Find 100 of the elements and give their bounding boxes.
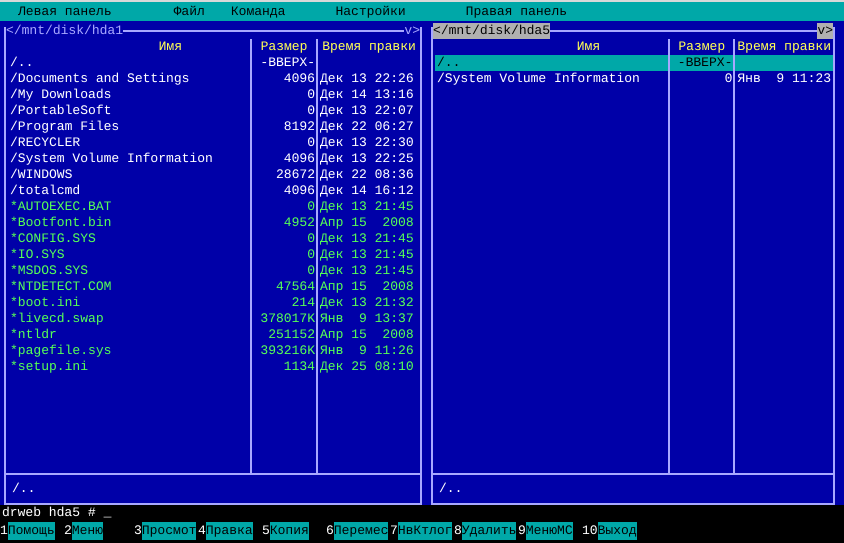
function-key-button[interactable]: МенюМС [526, 522, 573, 540]
file-date: Апр 15 2008 [319, 279, 415, 295]
file-date: Дек 13 21:45 [319, 247, 415, 263]
file-name[interactable]: /.. [8, 55, 250, 71]
file-size: -ВВЕРХ- [670, 55, 734, 71]
menu-item[interactable]: Левая панель [18, 4, 112, 20]
file-name[interactable]: /WINDOWS [8, 167, 250, 183]
file-name[interactable]: /My Downloads [8, 87, 250, 103]
file-date: Янв 9 13:37 [319, 311, 415, 327]
file-name[interactable]: /System Volume Information [435, 71, 668, 87]
column-header[interactable]: Размер [252, 39, 316, 55]
file-size: 393216K [259, 343, 316, 359]
file-size: 4096 [282, 183, 316, 199]
file-name[interactable]: /System Volume Information [8, 151, 250, 167]
file-size: 28672 [274, 167, 316, 183]
function-key-number: 6 [326, 522, 334, 540]
file-size: 8192 [282, 119, 316, 135]
function-key-button[interactable]: Меню [72, 522, 104, 540]
file-date: Янв 9 11:26 [319, 343, 415, 359]
file-size: 0 [306, 87, 316, 103]
file-name[interactable]: *AUTOEXEC.BAT [8, 199, 250, 215]
function-key-button[interactable]: НвКтлог [398, 522, 452, 540]
file-name[interactable]: *Bootfont.bin [8, 215, 250, 231]
function-key-button[interactable]: Правка [206, 522, 253, 540]
file-name[interactable]: /Documents and Settings [8, 71, 250, 87]
file-date: Дек 13 22:30 [319, 135, 415, 151]
file-name[interactable]: *pagefile.sys [8, 343, 250, 359]
file-size: 0 [306, 199, 316, 215]
function-key-number: 3 [134, 522, 142, 540]
column-header[interactable]: Имя [435, 39, 668, 55]
function-key-button[interactable]: Просмот [142, 522, 196, 540]
file-date: Дек 13 22:25 [319, 151, 415, 167]
file-date: Апр 15 2008 [319, 327, 415, 343]
file-date: Дек 13 21:45 [319, 199, 415, 215]
file-size: 47564 [274, 279, 316, 295]
file-name[interactable]: *setup.ini [8, 359, 250, 375]
column-header[interactable]: Время правки [735, 39, 833, 55]
menu-item[interactable]: Настройки [335, 4, 406, 20]
menu-item[interactable]: Правая панель [466, 4, 568, 20]
function-key-button[interactable]: Помощь [8, 522, 55, 540]
file-size: 4952 [282, 215, 316, 231]
function-key-number: 4 [198, 522, 206, 540]
file-size: 0 [306, 103, 316, 119]
file-size: 214 [290, 295, 316, 311]
function-key-button[interactable]: Копия [270, 522, 309, 540]
file-date: Дек 13 22:26 [319, 71, 415, 87]
function-key-number: 1 [0, 522, 8, 540]
menu-item[interactable]: Команда [230, 4, 286, 20]
file-name[interactable]: *MSDOS.SYS [8, 263, 250, 279]
file-name[interactable]: *ntldr [8, 327, 250, 343]
file-date: Дек 22 08:36 [319, 167, 415, 183]
file-size: 251152 [267, 327, 316, 343]
file-name[interactable]: *NTDETECT.COM [8, 279, 250, 295]
function-key-button[interactable]: Удалить [462, 522, 516, 540]
function-key-number: 2 [64, 522, 72, 540]
file-name[interactable]: *boot.ini [8, 295, 250, 311]
file-name[interactable]: /totalcmd [8, 183, 250, 199]
file-date: Дек 14 13:16 [319, 87, 415, 103]
function-key-number: 5 [262, 522, 270, 540]
file-date: Апр 15 2008 [319, 215, 415, 231]
file-size: -ВВЕРХ- [259, 55, 316, 71]
text-cursor: _ [104, 505, 112, 520]
file-date: Дек 13 22:07 [319, 103, 415, 119]
file-size: 4096 [282, 71, 316, 87]
column-header[interactable]: Размер [670, 39, 734, 55]
mini-status: /.. [11, 480, 36, 498]
function-key-number: 7 [390, 522, 398, 540]
file-size: 0 [306, 263, 316, 279]
panel-path: /mnt/disk/hda5 [440, 23, 550, 39]
file-date: Дек 25 08:10 [319, 359, 415, 375]
file-date: Дек 14 16:12 [319, 183, 415, 199]
function-key-button[interactable]: Выход [598, 522, 637, 540]
column-header[interactable]: Время правки [318, 39, 420, 55]
file-name[interactable]: /RECYCLER [8, 135, 250, 151]
function-key-number: 10 [582, 522, 598, 540]
file-date: Дек 13 21:45 [319, 231, 415, 247]
file-name[interactable]: /Program Files [8, 119, 250, 135]
file-date: Янв 9 11:23 [736, 71, 832, 87]
menu-item[interactable]: Файл [174, 4, 205, 20]
function-key-button[interactable]: Перемес [334, 522, 388, 540]
history-back-button[interactable]: < [433, 23, 441, 39]
file-size: 0 [306, 135, 316, 151]
file-name[interactable]: /.. [435, 55, 668, 71]
function-key-number: 9 [518, 522, 526, 540]
file-name[interactable]: /PortableSoft [8, 103, 250, 119]
file-size: 0 [724, 71, 734, 87]
file-date: Дек 13 21:32 [319, 295, 415, 311]
file-name[interactable]: *CONFIG.SYS [8, 231, 250, 247]
file-size: 0 [306, 247, 316, 263]
file-name[interactable]: *IO.SYS [8, 247, 250, 263]
function-key-number: 8 [454, 522, 462, 540]
file-size: 0 [306, 231, 316, 247]
file-name[interactable]: *livecd.swap [8, 311, 250, 327]
file-date: Дек 22 06:27 [319, 119, 415, 135]
history-forward-button[interactable]: v> [817, 23, 833, 39]
column-header[interactable]: Имя [8, 39, 250, 55]
file-date: Дек 13 21:45 [319, 263, 415, 279]
command-prompt: drweb hda5 # [2, 505, 96, 520]
file-size: 4096 [282, 151, 316, 167]
mini-status: /.. [438, 480, 464, 498]
